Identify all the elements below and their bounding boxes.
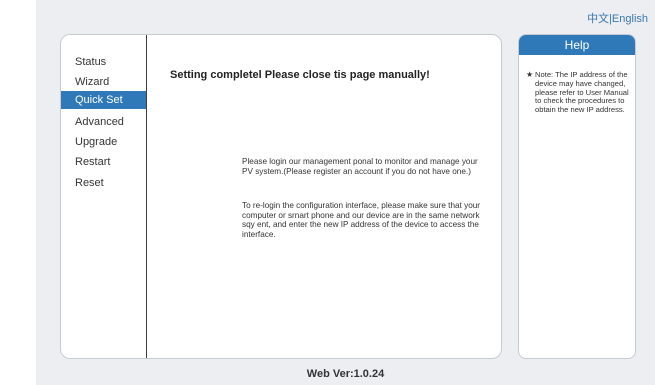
sidebar-menu: Status Wizard Quick Set Advanced Upgrade… xyxy=(61,35,147,358)
menu-item-restart[interactable]: Restart xyxy=(61,153,146,171)
help-title: Help xyxy=(519,35,635,55)
help-panel: Help ★ Note: The IP address of the devic… xyxy=(518,34,636,359)
login-instructions-text: Please login our management ponal to mon… xyxy=(242,157,478,176)
language-chinese-link[interactable]: 中文 xyxy=(587,13,609,25)
relogin-instructions-text: To re-login the configuration interface,… xyxy=(242,201,481,239)
star-icon: ★ xyxy=(526,70,534,79)
menu-item-wizard[interactable]: Wizard xyxy=(61,73,146,91)
language-english-link[interactable]: English xyxy=(612,13,648,25)
web-version-label: Web Ver:1.0.24 xyxy=(306,368,385,380)
page-background: 中文|English Status Wizard Quick Set Advan… xyxy=(36,0,655,385)
help-note: ★ Note: The IP address of the device may… xyxy=(526,70,630,115)
menu-item-quick-set[interactable]: Quick Set xyxy=(61,91,146,109)
menu-item-status[interactable]: Status xyxy=(61,53,146,71)
help-note-text: Note: The IP address of the device may h… xyxy=(535,70,629,115)
page-title: Setting completel Please close tis page … xyxy=(170,69,430,81)
main-panel: Status Wizard Quick Set Advanced Upgrade… xyxy=(60,34,502,359)
language-switcher: 中文|English xyxy=(587,10,648,26)
menu-item-upgrade[interactable]: Upgrade xyxy=(61,133,146,151)
menu-item-advanced[interactable]: Advanced xyxy=(61,113,146,131)
menu-item-reset[interactable]: Reset xyxy=(61,174,146,192)
